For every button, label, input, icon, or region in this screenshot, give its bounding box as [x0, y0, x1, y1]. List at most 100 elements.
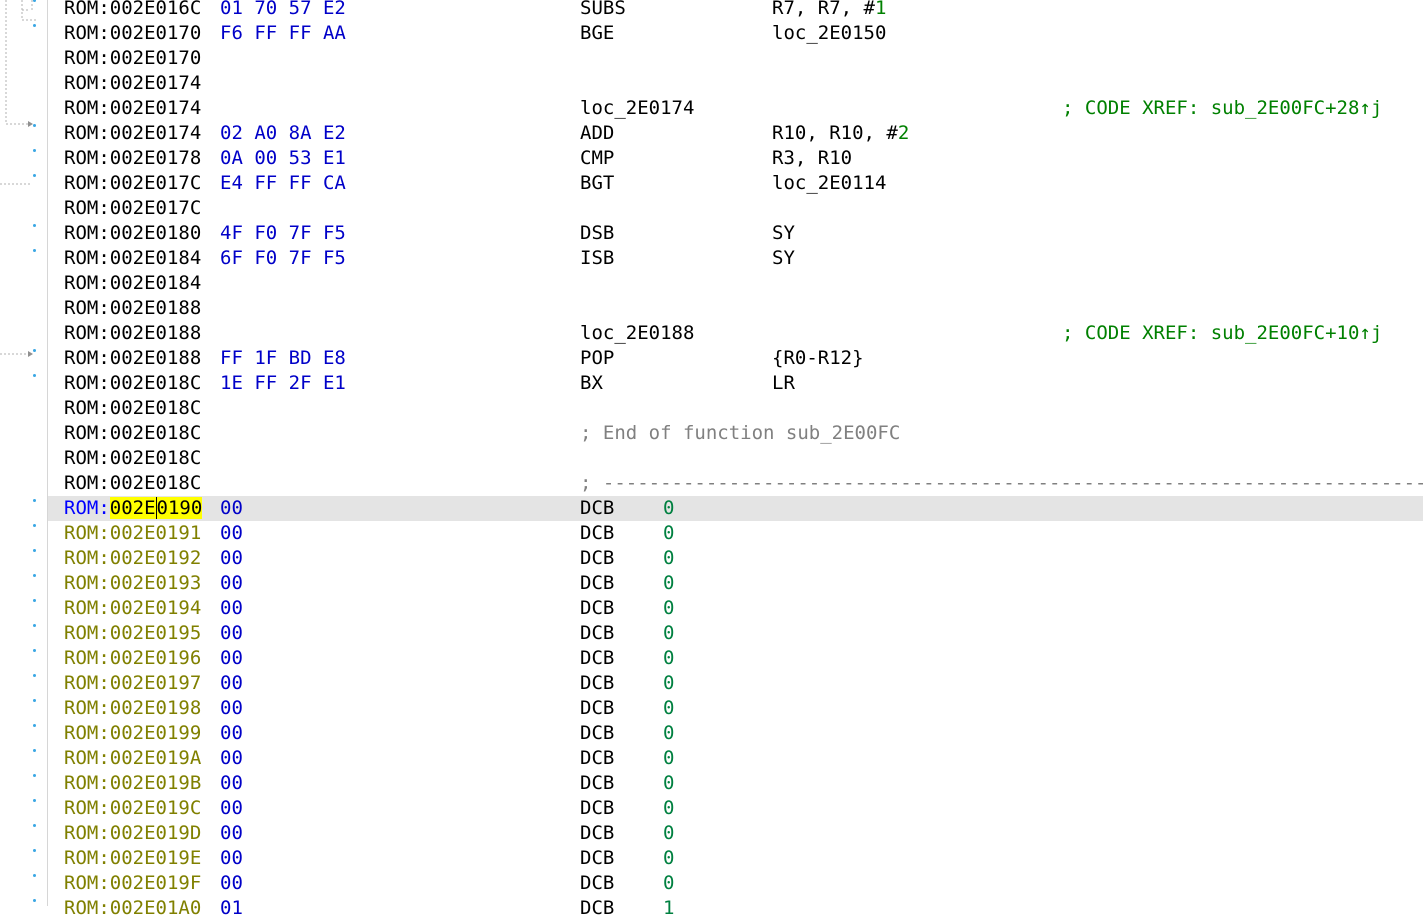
listing-line[interactable]: ROM:002E0199 00 DCB 0: [48, 721, 1423, 746]
listing-line[interactable]: ROM:002E019E 00 DCB 0: [48, 846, 1423, 871]
address[interactable]: ROM:002E0188: [64, 346, 201, 371]
listing-line[interactable]: ROM:002E0178 0A 00 53 E1 CMP R3, R10: [48, 146, 1423, 171]
mnemonic[interactable]: DCB: [580, 796, 614, 821]
xref-comment[interactable]: ; CODE XREF: sub_2E00FC+28↑j: [1062, 96, 1382, 121]
listing-line[interactable]: ROM:002E018C 1E FF 2F E1 BX LR: [48, 371, 1423, 396]
code-label[interactable]: loc_2E0174: [580, 96, 694, 121]
mnemonic[interactable]: DCB: [580, 521, 614, 546]
listing-line[interactable]: ROM:002E0191 00 DCB 0: [48, 521, 1423, 546]
mnemonic[interactable]: DCB: [580, 571, 614, 596]
address[interactable]: ROM:002E019B: [64, 771, 201, 796]
address[interactable]: ROM:002E0178: [64, 146, 201, 171]
mnemonic[interactable]: DCB: [580, 771, 614, 796]
mnemonic[interactable]: BX: [580, 371, 603, 396]
address[interactable]: ROM:002E0184: [64, 271, 201, 296]
address[interactable]: ROM:002E018C: [64, 396, 201, 421]
listing-line[interactable]: ROM:002E019A 00 DCB 0: [48, 746, 1423, 771]
mnemonic[interactable]: BGT: [580, 171, 614, 196]
listing-line[interactable]: ROM:002E0195 00 DCB 0: [48, 621, 1423, 646]
mnemonic[interactable]: CMP: [580, 146, 614, 171]
address[interactable]: ROM:002E0174: [64, 71, 201, 96]
mnemonic[interactable]: DCB: [580, 821, 614, 846]
listing-line[interactable]: ROM:002E0170: [48, 46, 1423, 71]
listing-line[interactable]: ROM:002E01A0 01 DCB 1: [48, 896, 1423, 921]
address[interactable]: ROM:002E019F: [64, 871, 201, 896]
address[interactable]: ROM:002E0196: [64, 646, 201, 671]
operands[interactable]: R10, R10, #2: [772, 121, 909, 146]
listing-line[interactable]: ROM:002E0174: [48, 71, 1423, 96]
listing-line[interactable]: ROM:002E0188: [48, 296, 1423, 321]
address[interactable]: ROM:002E0188: [64, 321, 201, 346]
address[interactable]: ROM:002E0199: [64, 721, 201, 746]
address[interactable]: ROM:002E0184: [64, 246, 201, 271]
listing-line[interactable]: ROM:002E0198 00 DCB 0: [48, 696, 1423, 721]
listing-line[interactable]: ROM:002E016C 01 70 57 E2 SUBS R7, R7, #1: [48, 0, 1423, 21]
mnemonic[interactable]: DCB: [580, 546, 614, 571]
selected-offset-rest[interactable]: 0190: [156, 497, 203, 519]
mnemonic[interactable]: ADD: [580, 121, 614, 146]
listing-line[interactable]: ROM:002E0184 6F F0 7F F5 ISB SY: [48, 246, 1423, 271]
address[interactable]: ROM:002E0195: [64, 621, 201, 646]
listing-line[interactable]: ROM:002E0184: [48, 271, 1423, 296]
address[interactable]: ROM:002E0193: [64, 571, 201, 596]
mnemonic[interactable]: DCB: [580, 871, 614, 896]
listing-line[interactable]: ROM:002E0170 F6 FF FF AA BGE loc_2E0150: [48, 21, 1423, 46]
address[interactable]: ROM:002E016C: [64, 0, 201, 21]
address[interactable]: ROM:002E0174: [64, 121, 201, 146]
code-label[interactable]: loc_2E0188: [580, 321, 694, 346]
address[interactable]: ROM:002E019E: [64, 846, 201, 871]
listing-line[interactable]: ROM:002E017C: [48, 196, 1423, 221]
mnemonic[interactable]: ISB: [580, 246, 614, 271]
operands[interactable]: R3, R10: [772, 146, 852, 171]
listing-line[interactable]: ROM:002E019C 00 DCB 0: [48, 796, 1423, 821]
address[interactable]: ROM:002E018C: [64, 421, 201, 446]
listing-line[interactable]: ROM:002E0174 loc_2E0174 ; CODE XREF: sub_2…: [48, 96, 1423, 121]
mnemonic[interactable]: DCB: [580, 596, 614, 621]
address[interactable]: ROM:002E0174: [64, 96, 201, 121]
address[interactable]: ROM:002E0194: [64, 596, 201, 621]
address[interactable]: ROM:002E019C: [64, 796, 201, 821]
mnemonic[interactable]: DCB: [580, 496, 614, 521]
address[interactable]: ROM:002E0188: [64, 296, 201, 321]
listing-line[interactable]: ROM:002E018C: [48, 396, 1423, 421]
address[interactable]: ROM:002E018C: [64, 446, 201, 471]
mnemonic[interactable]: DCB: [580, 746, 614, 771]
address[interactable]: ROM:002E018C: [64, 471, 201, 496]
address[interactable]: ROM:002E019A: [64, 746, 201, 771]
address[interactable]: ROM:002E0197: [64, 671, 201, 696]
mnemonic[interactable]: DSB: [580, 221, 614, 246]
listing-line[interactable]: ROM:002E0180 4F F0 7F F5 DSB SY: [48, 221, 1423, 246]
listing-line[interactable]: ROM:002E0174 02 A0 8A E2 ADD R10, R10, #2: [48, 121, 1423, 146]
address[interactable]: ROM:002E0198: [64, 696, 201, 721]
listing-line[interactable]: ROM:002E017C E4 FF FF CA BGT loc_2E0114: [48, 171, 1423, 196]
mnemonic[interactable]: DCB: [580, 846, 614, 871]
disassembly-listing[interactable]: ROM:002E016C 01 70 57 E2 SUBS R7, R7, #1 ROM…: [48, 0, 1423, 921]
mnemonic[interactable]: POP: [580, 346, 614, 371]
address[interactable]: ROM:002E019D: [64, 821, 201, 846]
address[interactable]: ROM:002E0192: [64, 546, 201, 571]
address[interactable]: ROM:002E017C: [64, 196, 201, 221]
listing-line[interactable]: ROM:002E0196 00 DCB 0: [48, 646, 1423, 671]
operands[interactable]: {R0-R12}: [772, 346, 864, 371]
listing-line[interactable]: ROM:002E0188 FF 1F BD E8 POP {R0-R12}: [48, 346, 1423, 371]
operands[interactable]: LR: [772, 371, 795, 396]
operands[interactable]: loc_2E0150: [772, 21, 886, 46]
operands[interactable]: R7, R7, #1: [772, 0, 886, 21]
mnemonic[interactable]: DCB: [580, 896, 614, 921]
listing-line[interactable]: ROM:002E0188 loc_2E0188 ; CODE XREF: sub_2…: [48, 321, 1423, 346]
mnemonic[interactable]: DCB: [580, 721, 614, 746]
xref-comment[interactable]: ; CODE XREF: sub_2E00FC+10↑j: [1062, 321, 1382, 346]
mnemonic[interactable]: SUBS: [580, 0, 626, 21]
listing-line[interactable]: ROM:002E0194 00 DCB 0: [48, 596, 1423, 621]
operands[interactable]: loc_2E0114: [772, 171, 886, 196]
address[interactable]: ROM:002E0170: [64, 21, 201, 46]
listing-line[interactable]: ROM:002E019B 00 DCB 0: [48, 771, 1423, 796]
mnemonic[interactable]: DCB: [580, 646, 614, 671]
mnemonic[interactable]: DCB: [580, 696, 614, 721]
address[interactable]: ROM:002E0170: [64, 46, 201, 71]
mnemonic[interactable]: DCB: [580, 671, 614, 696]
listing-line[interactable]: ROM:002E018C: [48, 446, 1423, 471]
selected-offset[interactable]: 002E: [109, 497, 156, 519]
listing-line[interactable]: ROM:002E018C ; End of function sub_2E00FC: [48, 421, 1423, 446]
address[interactable]: ROM:002E018C: [64, 371, 201, 396]
